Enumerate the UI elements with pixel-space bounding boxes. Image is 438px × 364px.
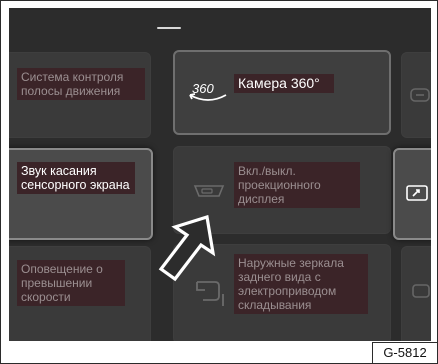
menu-item-touch-sound-label: Звук касания сенсорного экрана (17, 162, 135, 194)
figure-frame: Система контроля полосы движения 360 Кам… (0, 0, 438, 364)
menu-item-lane-assist-label: Система контроля полосы движения (17, 68, 145, 100)
screen-pin-icon (405, 184, 429, 202)
drag-handle[interactable] (157, 27, 181, 29)
steering-icon (409, 86, 431, 104)
menu-item-head-up-display-label: Вкл./выкл. проекционного дисплея (234, 162, 360, 208)
menu-item-mirror-fold-label: Наружные зеркала заднего вида с электроп… (234, 254, 368, 314)
camera-360-icon-text: 360 (192, 81, 214, 96)
settings-icon (411, 282, 431, 300)
menu-item-speed-warning-label: Оповещение о превышении скорости (17, 260, 125, 306)
menu-item-camera-360-label: Камера 360° (234, 74, 334, 93)
head-up-display-icon (192, 182, 226, 200)
camera-360-icon: 360 (186, 78, 230, 106)
figure-code-label: G-5812 (372, 342, 437, 363)
infotainment-screen: Система контроля полосы движения 360 Кам… (9, 8, 431, 341)
pointer-arrow-icon (157, 214, 221, 292)
